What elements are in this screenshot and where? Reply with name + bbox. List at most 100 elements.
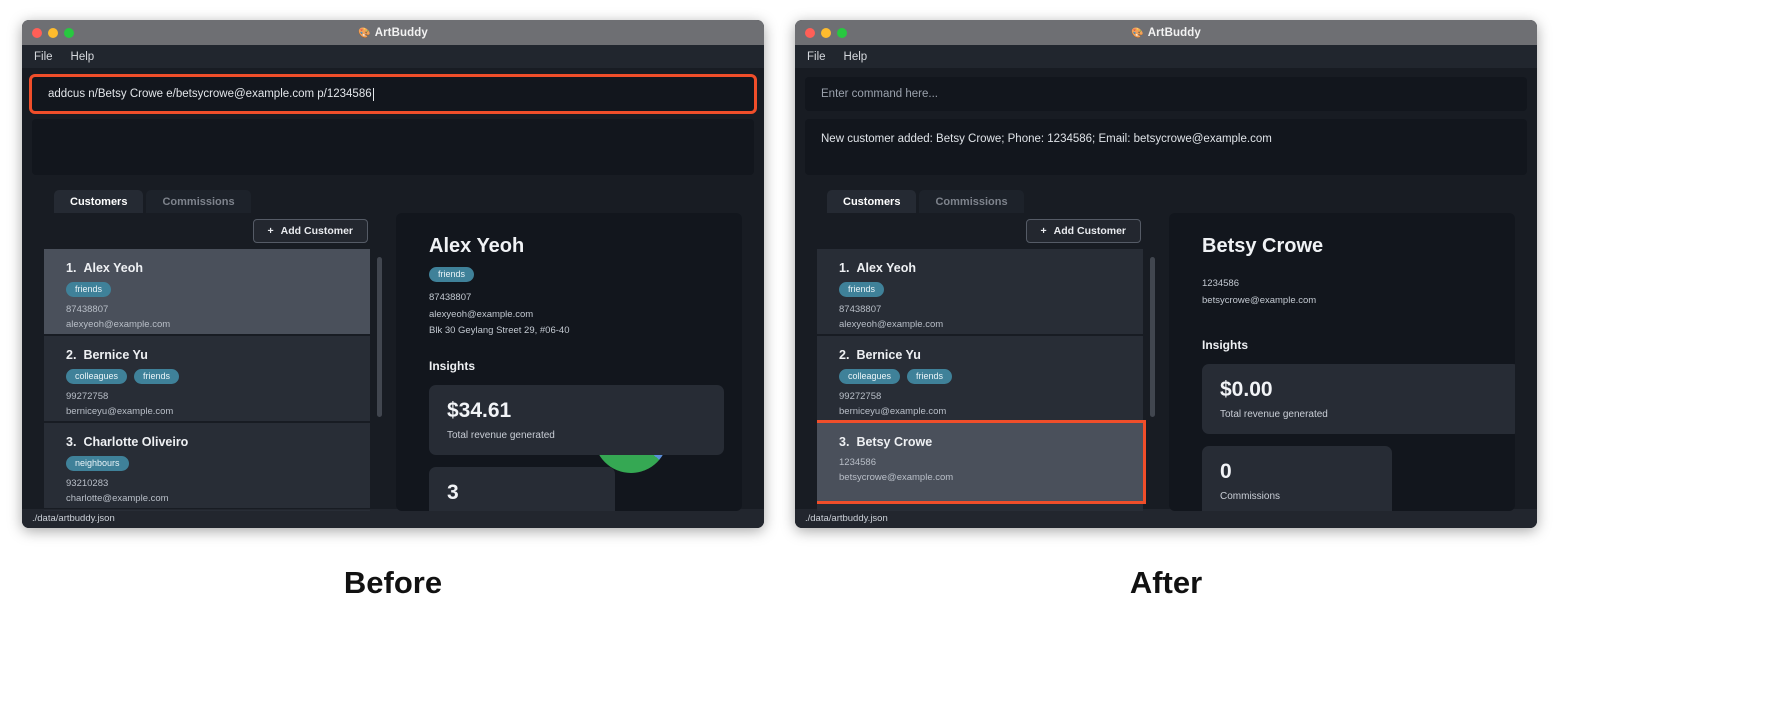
app-body-after: Enter command here... New customer added… — [795, 68, 1537, 511]
customer-email: alexyeoh@example.com — [66, 318, 171, 330]
status-bar-after: ./data/artbuddy.json — [795, 509, 1537, 528]
command-input-after[interactable]: Enter command here... — [805, 77, 1527, 111]
command-input-value-before: addcus n/Betsy Crowe e/betsycrowe@exampl… — [48, 88, 372, 100]
menu-bar: File Help — [22, 45, 764, 68]
add-customer-bar-before: + Add Customer — [44, 213, 384, 249]
commissions-card-after: 0 Commissions — [1202, 446, 1392, 511]
window-title: 🎨 ArtBuddy — [795, 27, 1537, 39]
customer-card-1-after[interactable]: 1. Alex Yeoh friends 87438807 alexyeoh@ex… — [817, 249, 1143, 334]
customer-name-row: 3. Charlotte Oliveiro — [66, 435, 370, 449]
customer-card-2-after[interactable]: 2. Bernice Yu colleagues friends 99272758… — [817, 336, 1143, 421]
plus-icon: + — [267, 225, 274, 237]
customer-phone: 87438807 — [839, 304, 882, 315]
customer-detail-pane-before: Alex Yeoh friends 87438807 alexyeoh@exam… — [396, 213, 742, 511]
customer-index: 3. — [839, 435, 850, 449]
revenue-card-after: $0.00 Total revenue generated — [1202, 364, 1515, 435]
customer-card-1-before[interactable]: 1. Alex Yeoh friends 87438807 alexyeoh@ex… — [44, 249, 370, 334]
customer-name-row: 1. Alex Yeoh — [66, 261, 370, 275]
customer-cards-after: 1. Alex Yeoh friends 87438807 alexyeoh@ex… — [817, 249, 1146, 511]
tag-badge: colleagues — [839, 369, 901, 384]
customer-list-scroll-after[interactable]: 1. Alex Yeoh friends 87438807 alexyeoh@ex… — [817, 249, 1157, 511]
tab-commissions-before[interactable]: Commissions — [146, 190, 251, 213]
customer-card-4-after[interactable]: 4.Charlotte Oliveiro — [817, 503, 1143, 511]
customer-email: betsycrowe@example.com — [839, 471, 954, 483]
list-scrollbar-after[interactable] — [1150, 257, 1155, 417]
tag-badge: colleagues — [66, 369, 128, 384]
window-title: 🎨 ArtBuddy — [22, 27, 764, 39]
customer-card-4-before[interactable]: 4.David Li — [44, 510, 370, 511]
tab-commissions-after[interactable]: Commissions — [919, 190, 1024, 213]
customer-name-row: 3. Betsy Crowe — [839, 435, 1143, 449]
commissions-value-after: 0 — [1220, 460, 1232, 484]
revenue-caption-before: Total revenue generated — [447, 430, 555, 442]
menu-item-file[interactable]: File — [34, 51, 53, 63]
palette-icon: 🎨 — [1131, 27, 1144, 39]
customer-name-row: 2. Bernice Yu — [839, 348, 1143, 362]
comparison-stage: 🎨 ArtBuddy File Help addcus n/Betsy Crowe… — [0, 0, 1768, 712]
detail-name-after: Betsy Crowe — [1202, 235, 1324, 257]
customer-phone: 99272758 — [66, 391, 109, 402]
customer-index: 1. — [66, 261, 77, 275]
customer-name-row: 2. Bernice Yu — [66, 348, 370, 362]
detail-email-after: betsycrowe@example.com — [1202, 294, 1317, 306]
customer-name: Charlotte Oliveiro — [83, 435, 189, 449]
plus-icon: + — [1040, 225, 1047, 237]
window-title-label: ArtBuddy — [374, 26, 428, 39]
palette-icon: 🎨 — [358, 27, 371, 39]
customer-tags: friends — [839, 282, 1143, 297]
tag-badge: friends — [907, 369, 953, 384]
customer-detail-pane-after: Betsy Crowe 1234586 betsycrowe@example.c… — [1169, 213, 1515, 511]
customer-phone: 1234586 — [839, 457, 876, 468]
customer-name-row: 1. Alex Yeoh — [839, 261, 1143, 275]
customer-tags: neighbours — [66, 456, 370, 471]
detail-phone-after: 1234586 — [1202, 278, 1239, 289]
command-input-placeholder-after: Enter command here... — [821, 88, 938, 100]
menu-item-file[interactable]: File — [807, 51, 826, 63]
status-bar-before: ./data/artbuddy.json — [22, 509, 764, 528]
insights-heading-after: Insights — [1202, 338, 1249, 353]
tab-bar-before: Customers Commissions — [32, 189, 754, 213]
app-body-before: addcus n/Betsy Crowe e/betsycrowe@exampl… — [22, 68, 764, 511]
tag-badge: friends — [134, 369, 180, 384]
commissions-card-before: 3 Commissions — [429, 467, 615, 511]
tab-customers-before[interactable]: Customers — [54, 190, 144, 213]
customer-name: Alex Yeoh — [83, 261, 143, 275]
customer-index: 2. — [839, 348, 850, 362]
customer-phone: 99272758 — [839, 391, 882, 402]
menu-item-help[interactable]: Help — [71, 51, 95, 63]
customer-tags: friends — [66, 282, 370, 297]
detail-address-before: Blk 30 Geylang Street 29, #06-40 — [429, 325, 570, 337]
customer-card-2-before[interactable]: 2. Bernice Yu colleagues friends 99272758… — [44, 336, 370, 421]
title-bar: 🎨 ArtBuddy — [795, 20, 1537, 45]
tag-badge: friends — [429, 267, 475, 282]
detail-tags-before: friends — [429, 267, 742, 282]
customer-card-3-after[interactable]: 3. Betsy Crowe 1234586 betsycrowe@example… — [817, 420, 1146, 504]
customer-list-scroll-before[interactable]: 1. Alex Yeoh friends 87438807 alexyeoh@ex… — [44, 249, 384, 511]
add-customer-label-after: Add Customer — [1053, 225, 1126, 237]
list-scrollbar-before[interactable] — [377, 257, 382, 417]
tab-bar-after: Customers Commissions — [805, 189, 1527, 213]
command-input-before[interactable]: addcus n/Betsy Crowe e/betsycrowe@exampl… — [29, 74, 757, 114]
revenue-value-after: $0.00 — [1220, 378, 1273, 402]
tab-customers-after[interactable]: Customers — [827, 190, 917, 213]
customer-card-3-before[interactable]: 3. Charlotte Oliveiro neighbours 93210283… — [44, 423, 370, 508]
tag-badge: friends — [839, 282, 885, 297]
customer-tags: colleagues friends — [839, 369, 1143, 384]
customer-phone: 93210283 — [66, 478, 109, 489]
menu-bar: File Help — [795, 45, 1537, 68]
commissions-value-before: 3 — [447, 481, 459, 505]
add-customer-button-before[interactable]: + Add Customer — [252, 219, 368, 243]
customer-name: Bernice Yu — [856, 348, 921, 362]
main-split-before: + Add Customer 1. Alex Yeoh friends 8743… — [32, 213, 754, 511]
customer-index: 1. — [839, 261, 850, 275]
status-file-path: ./data/artbuddy.json — [32, 513, 115, 524]
text-caret — [372, 87, 374, 101]
insights-heading-before: Insights — [429, 359, 476, 374]
add-customer-button-after[interactable]: + Add Customer — [1025, 219, 1141, 243]
commissions-caption-after: Commissions — [1220, 491, 1281, 503]
menu-item-help[interactable]: Help — [844, 51, 868, 63]
customer-email: charlotte@example.com — [66, 492, 169, 504]
customer-list-pane-before: + Add Customer 1. Alex Yeoh friends 8743… — [32, 213, 384, 511]
detail-name-before: Alex Yeoh — [429, 235, 525, 257]
status-file-path: ./data/artbuddy.json — [805, 513, 888, 524]
